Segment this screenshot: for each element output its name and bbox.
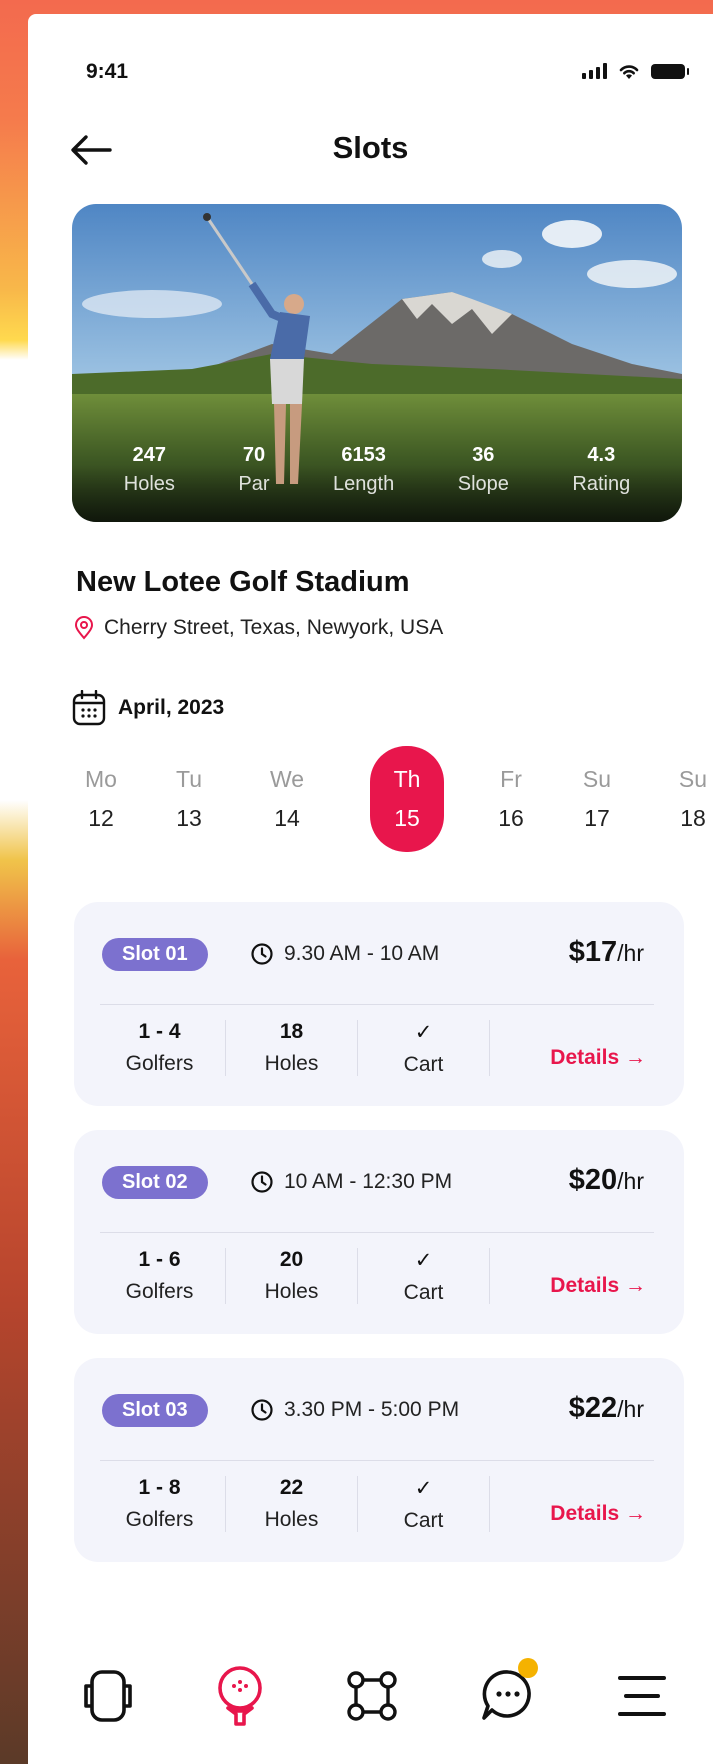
phone-screen: 9:41 Slots 247 Holes 70 Par 6153 Length … <box>28 14 713 1764</box>
clock-icon <box>251 1171 273 1193</box>
day-tu-13[interactable]: Tu 13 <box>154 746 224 852</box>
slot-info: 1 - 6 Golfers 20 Holes ✓ Cart <box>94 1248 622 1304</box>
menu-icon[interactable] <box>612 1664 672 1728</box>
battery-icon <box>651 63 689 79</box>
calendar-icon <box>72 690 106 726</box>
status-icons <box>582 62 689 80</box>
course-address: Cherry Street, Texas, Newyork, USA <box>74 616 443 640</box>
header: Slots <box>28 114 713 184</box>
status-bar: 9:41 <box>28 14 713 104</box>
golfers-info: 1 - 4 Golfers <box>94 1020 226 1076</box>
price-value: $22 <box>568 1392 618 1424</box>
page-title: Slots <box>332 130 409 165</box>
slot-price: $22/hr <box>569 1392 644 1425</box>
stat-rating: 4.3 Rating <box>572 444 631 495</box>
signal-icon <box>582 63 607 79</box>
month-label: April, 2023 <box>118 696 225 719</box>
arrow-right-icon: → <box>625 1046 646 1069</box>
course-hero-image: 247 Holes 70 Par 6153 Length 36 Slope 4.… <box>72 204 682 522</box>
slot-tag[interactable]: Slot 03 <box>102 1394 208 1427</box>
slot-card[interactable]: Slot 03 3.30 PM - 5:00 PM $22/hr 1 - 8 G… <box>74 1358 684 1562</box>
location-pin-icon <box>74 616 94 640</box>
check-icon: ✓ <box>414 1249 433 1272</box>
slot-price: $17/hr <box>569 936 644 969</box>
details-link[interactable]: Details → <box>550 1502 646 1526</box>
slot-info: 1 - 8 Golfers 22 Holes ✓ Cart <box>94 1476 622 1532</box>
chat-button[interactable] <box>478 1658 538 1728</box>
divider <box>100 1460 654 1461</box>
day-fr-16[interactable]: Fr 16 <box>476 746 546 852</box>
bottom-nav <box>28 1634 713 1764</box>
cart-info: ✓ Cart <box>358 1248 490 1304</box>
course-name: New Lotee Golf Stadium <box>76 566 410 598</box>
cart-info: ✓ Cart <box>358 1020 490 1076</box>
price-unit: /hr <box>617 1396 644 1422</box>
golf-ball-icon[interactable] <box>210 1664 270 1728</box>
notification-badge <box>518 1658 538 1678</box>
slot-tag[interactable]: Slot 01 <box>102 938 208 971</box>
holes-info: 20 Holes <box>226 1248 358 1304</box>
month-selector[interactable]: April, 2023 <box>72 690 224 726</box>
phone-icon[interactable] <box>78 1664 138 1728</box>
course-stats: 247 Holes 70 Par 6153 Length 36 Slope 4.… <box>72 444 682 496</box>
stat-holes: 247 Holes <box>123 444 175 495</box>
day-picker: Mo 12 Tu 13 We 14 Th 15 Fr 16 Su 17 Su 1… <box>66 746 713 852</box>
day-su-18[interactable]: Su 18 <box>658 746 713 852</box>
day-we-14[interactable]: We 14 <box>252 746 322 852</box>
wifi-icon <box>619 65 639 79</box>
slot-tag[interactable]: Slot 02 <box>102 1166 208 1199</box>
address-text: Cherry Street, Texas, Newyork, USA <box>104 616 444 639</box>
slot-card[interactable]: Slot 01 9.30 AM - 10 AM $17/hr 1 - 4 Gol… <box>74 902 684 1106</box>
details-link[interactable]: Details → <box>550 1046 646 1070</box>
stat-length: 6153 Length <box>333 444 395 495</box>
stat-par: 70 Par <box>238 444 270 495</box>
slot-time: 10 AM - 12:30 PM <box>284 1170 453 1193</box>
slot-info: 1 - 4 Golfers 18 Holes ✓ Cart <box>94 1020 622 1076</box>
arrow-right-icon: → <box>625 1502 646 1525</box>
holes-info: 18 Holes <box>226 1020 358 1076</box>
holes-info: 22 Holes <box>226 1476 358 1532</box>
price-value: $20 <box>568 1164 618 1196</box>
price-unit: /hr <box>617 940 644 966</box>
slot-time: 3.30 PM - 5:00 PM <box>284 1398 460 1421</box>
golfers-info: 1 - 6 Golfers <box>94 1248 226 1304</box>
status-time: 9:41 <box>86 60 129 83</box>
arrow-right-icon: → <box>625 1274 646 1297</box>
divider <box>100 1232 654 1233</box>
slot-card[interactable]: Slot 02 10 AM - 12:30 PM $20/hr 1 - 6 Go… <box>74 1130 684 1334</box>
price-value: $17 <box>568 936 618 968</box>
scan-icon[interactable] <box>342 1664 402 1728</box>
clock-icon <box>251 1399 273 1421</box>
divider <box>100 1004 654 1005</box>
cart-info: ✓ Cart <box>358 1476 490 1532</box>
stat-slope: 36 Slope <box>457 444 509 495</box>
golfers-info: 1 - 8 Golfers <box>94 1476 226 1532</box>
day-su-17[interactable]: Su 17 <box>562 746 632 852</box>
clock-icon <box>251 943 273 965</box>
day-th-15-selected[interactable]: Th 15 <box>370 746 444 852</box>
slot-price: $20/hr <box>569 1164 644 1197</box>
details-link[interactable]: Details → <box>550 1274 646 1298</box>
day-mo-12[interactable]: Mo 12 <box>66 746 136 852</box>
check-icon: ✓ <box>414 1477 433 1500</box>
slot-time: 9.30 AM - 10 AM <box>284 942 440 965</box>
price-unit: /hr <box>617 1168 644 1194</box>
check-icon: ✓ <box>414 1021 433 1044</box>
